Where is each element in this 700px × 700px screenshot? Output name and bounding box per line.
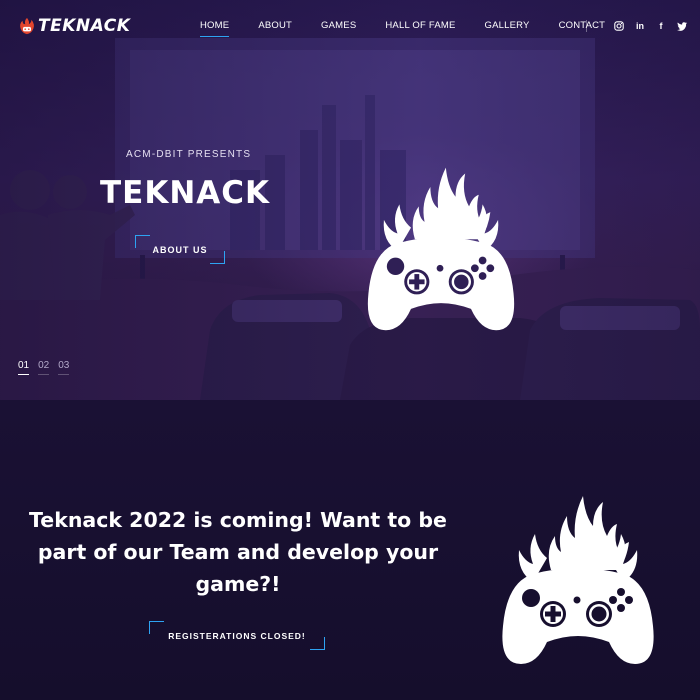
top-navbar: TEKNACK HOME ABOUT GAMES HALL OF FAME GA… xyxy=(0,0,700,54)
nav-menu: HOME ABOUT GAMES HALL OF FAME GALLERY CO… xyxy=(200,20,634,37)
site-logo[interactable]: TEKNACK xyxy=(18,16,130,36)
slide-indicator-02[interactable]: 02 xyxy=(38,360,50,375)
slide-indicator-03[interactable]: 03 xyxy=(58,360,70,375)
registrations-closed-label: REGISTERATIONS CLOSED! xyxy=(168,630,306,641)
slide-indicator-01[interactable]: 01 xyxy=(18,360,30,375)
registrations-closed-button[interactable]: REGISTERATIONS CLOSED! xyxy=(149,621,325,650)
slider-pagination: 01 02 03 xyxy=(18,360,78,375)
hero-title: TEKNACK xyxy=(100,175,271,211)
nav-games[interactable]: GAMES xyxy=(321,20,356,37)
nav-about[interactable]: ABOUT xyxy=(258,20,292,37)
nav-divider xyxy=(586,20,587,32)
flame-icon xyxy=(20,17,34,35)
twitter-icon[interactable] xyxy=(675,20,689,32)
facebook-icon[interactable]: f xyxy=(654,20,668,32)
flaming-gamepad-icon xyxy=(367,167,515,331)
nav-home[interactable]: HOME xyxy=(200,20,230,37)
recruitment-heading: Teknack 2022 is coming! Want to be part … xyxy=(29,508,447,596)
logo-text: TEKNACK xyxy=(38,16,131,36)
nav-contact[interactable]: CONTACT xyxy=(559,20,606,37)
recruitment-section: Teknack 2022 is coming! Want to be part … xyxy=(0,400,700,700)
flaming-gamepad-icon xyxy=(502,496,654,664)
instagram-icon[interactable] xyxy=(612,20,626,32)
nav-gallery[interactable]: GALLERY xyxy=(485,20,530,37)
nav-hall-of-fame[interactable]: HALL OF FAME xyxy=(385,20,455,37)
about-us-button[interactable]: ABOUT US xyxy=(135,235,225,264)
hero-presents-text: ACM-DBIT PRESENTS xyxy=(126,149,252,160)
about-us-button-label: ABOUT US xyxy=(152,244,208,255)
linkedin-icon[interactable]: in xyxy=(633,20,647,32)
social-links: in f xyxy=(612,20,696,32)
